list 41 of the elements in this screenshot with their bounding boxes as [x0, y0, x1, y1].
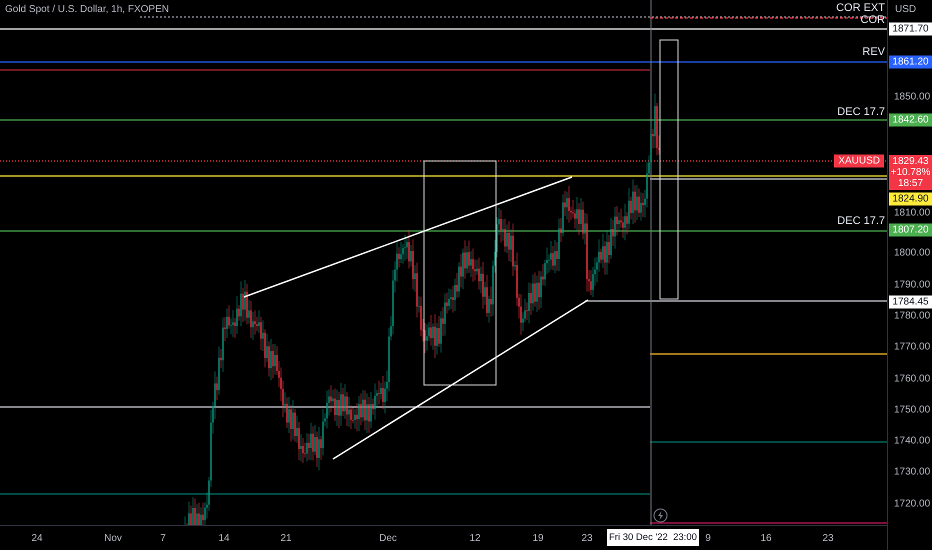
price-tick: 1720.00	[894, 498, 930, 510]
price-tag: 1824.90	[889, 192, 932, 206]
time-tick: 12	[469, 533, 481, 544]
price-tick: 1810.00	[894, 208, 930, 218]
currency-label: USD	[895, 4, 916, 15]
lightning-icon[interactable]	[653, 508, 668, 523]
price-tag: 1842.60	[889, 114, 932, 126]
price-change: +10.78%	[890, 167, 930, 178]
time-tick: 14	[218, 533, 230, 544]
time-tick: 23	[581, 533, 593, 544]
price-tick: 1770.00	[894, 342, 930, 352]
price-tick: 1850.00	[894, 92, 930, 102]
time-tick: 19	[532, 533, 544, 544]
symbol-tag: XAUUSD	[834, 154, 884, 168]
price-tag: 1807.20	[889, 224, 932, 236]
crosshair-time-label: Fri 30 Dec '22 23:00	[607, 529, 699, 546]
time-tick: 21	[280, 533, 292, 544]
line-label: COR EXT	[836, 2, 885, 14]
time-tick: 9	[705, 533, 711, 544]
price-tick: 1790.00	[894, 280, 930, 290]
last-price: 1829.43	[892, 156, 929, 167]
price-tick: 1760.00	[894, 374, 930, 384]
price-tag: 1784.45	[889, 296, 932, 308]
line-label: DEC 17.7	[837, 106, 885, 118]
line-label: DEC 17.7	[837, 215, 885, 227]
time-tick: 24	[31, 533, 43, 544]
time-tick: 7	[160, 533, 166, 544]
line-label: COR	[860, 14, 885, 26]
time-tick: 16	[760, 533, 772, 544]
bar-countdown: 18:57	[898, 178, 924, 189]
price-tick: 1800.00	[894, 248, 930, 258]
price-tick: 1740.00	[894, 436, 930, 446]
price-tick: 1780.00	[894, 310, 930, 322]
line-label: REV	[862, 46, 885, 58]
price-tick: 1750.00	[894, 404, 930, 416]
time-tick: Dec	[379, 533, 397, 544]
time-tick: 23	[822, 533, 834, 544]
price-tag: 1861.20	[889, 56, 932, 68]
time-tick: Nov	[104, 533, 122, 544]
price-tag: 1871.70	[889, 22, 932, 36]
price-tick: 1730.00	[894, 466, 930, 478]
